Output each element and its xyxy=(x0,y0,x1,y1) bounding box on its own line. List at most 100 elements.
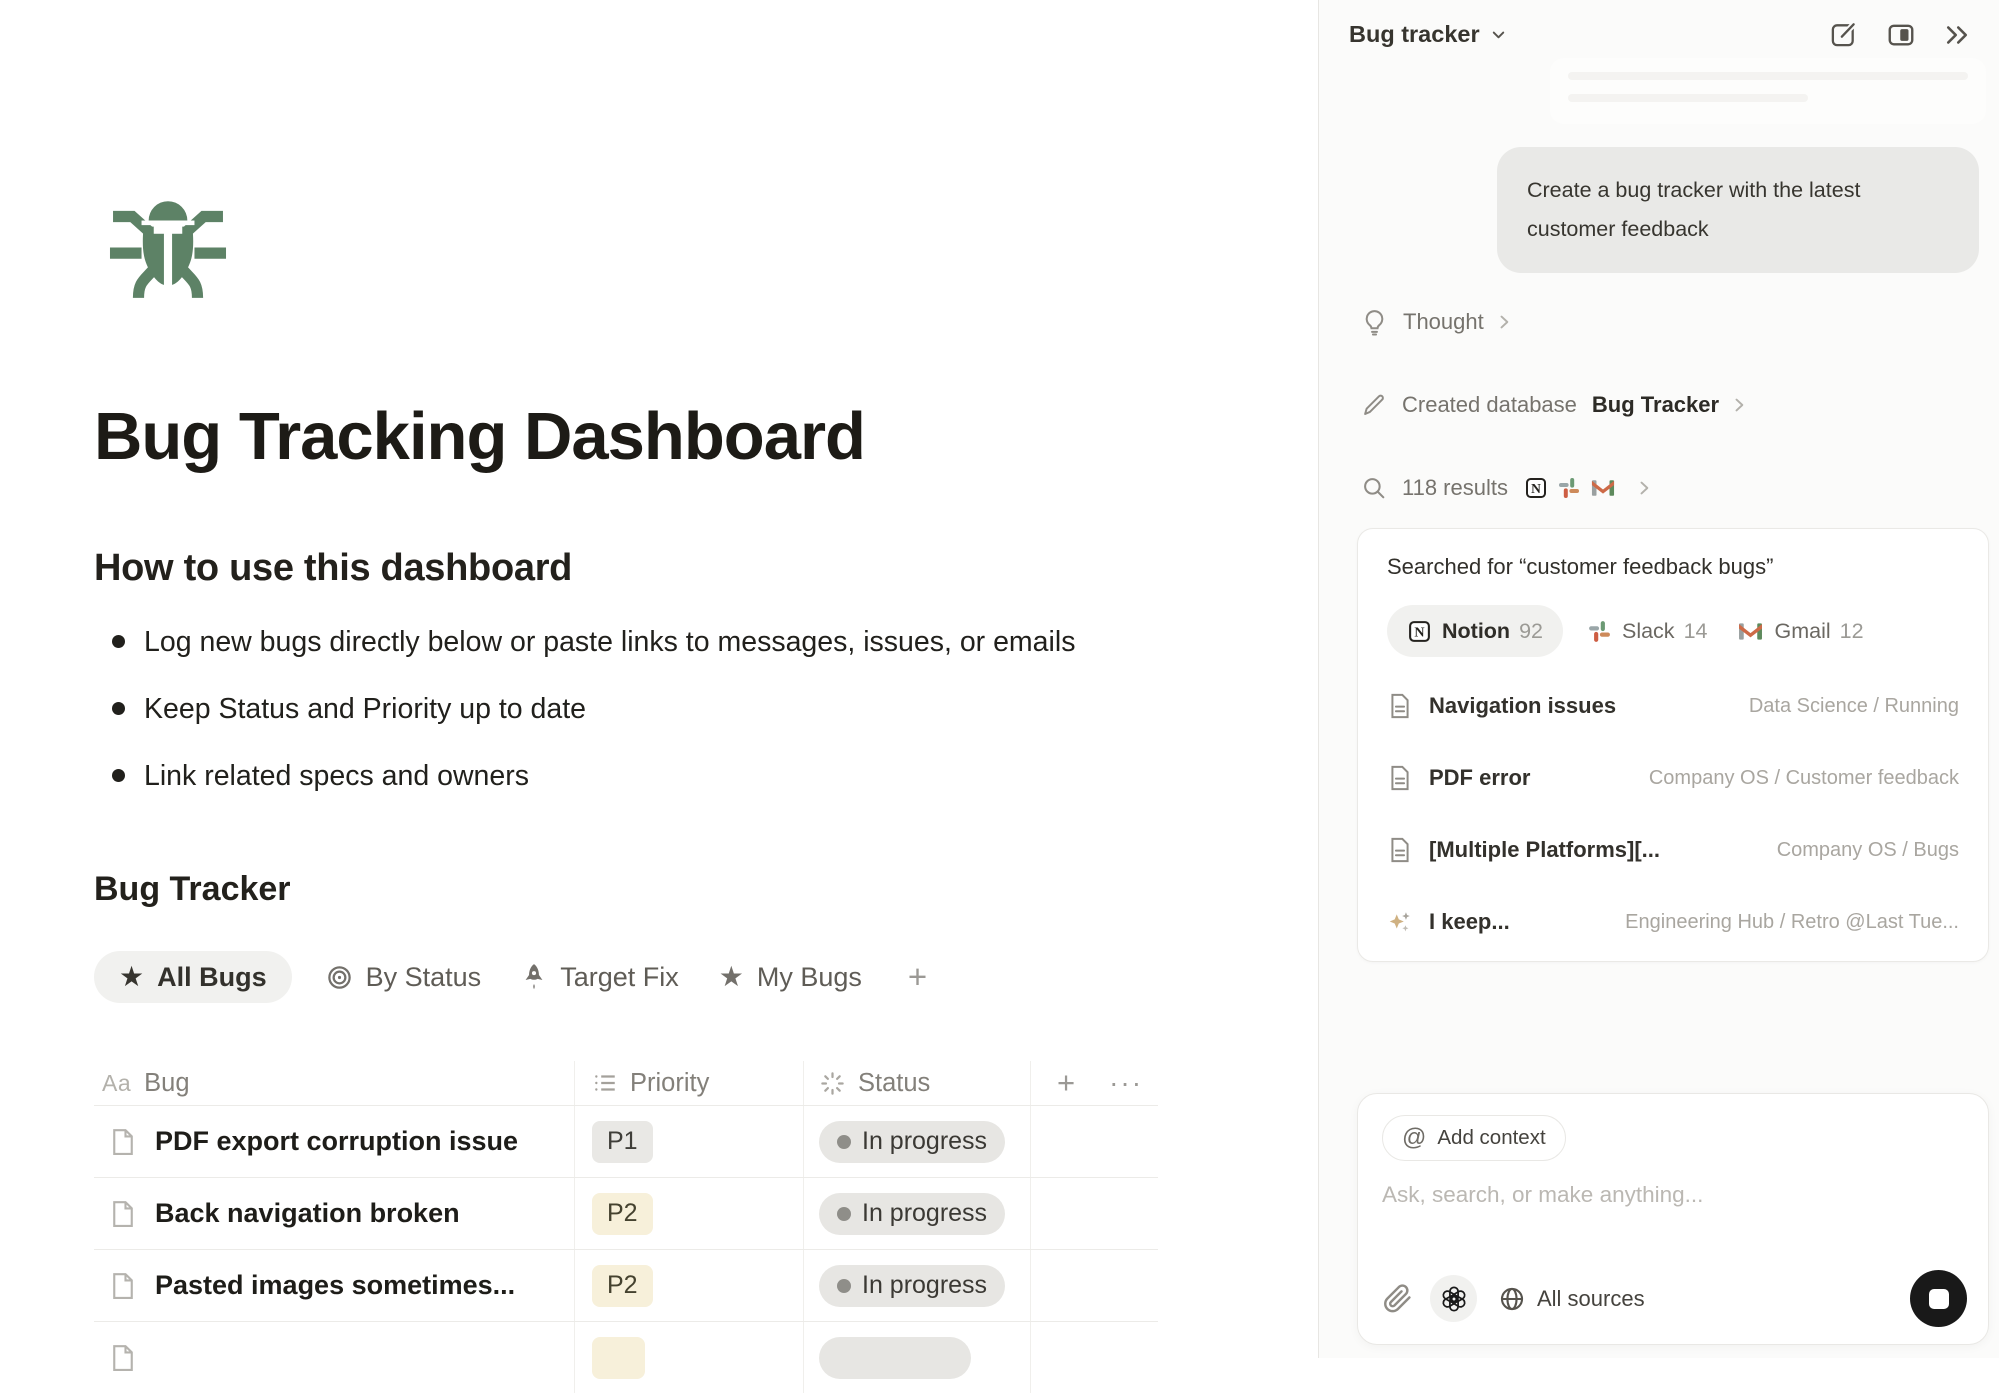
bug-table: Aa Bug Priority xyxy=(94,1061,1158,1393)
step-search-results[interactable]: 118 results N xyxy=(1361,466,1979,510)
rocket-icon xyxy=(521,963,547,991)
document-icon xyxy=(1387,836,1413,864)
page-icon xyxy=(109,1199,137,1229)
stop-square-icon xyxy=(1929,1289,1949,1309)
cell-bug[interactable]: PDF export corruption issue xyxy=(94,1106,575,1177)
column-header-priority[interactable]: Priority xyxy=(575,1061,804,1105)
attachment-icon[interactable] xyxy=(1382,1283,1413,1314)
column-header-status[interactable]: Status xyxy=(804,1061,1031,1105)
svg-text:N: N xyxy=(1414,624,1424,640)
gmail-icon xyxy=(1590,476,1616,500)
view-tab-my-bugs[interactable]: ★ My Bugs xyxy=(719,951,862,1003)
table-options-button[interactable]: ··· xyxy=(1109,1067,1143,1099)
compose-icon[interactable] xyxy=(1821,15,1865,55)
page-icon xyxy=(109,1127,137,1157)
source-tabs: N Notion 92 Slack 14 xyxy=(1387,605,1959,657)
pencil-icon xyxy=(1361,392,1387,418)
openai-icon xyxy=(1440,1285,1468,1313)
gmail-icon xyxy=(1737,619,1764,644)
stop-button[interactable] xyxy=(1910,1270,1967,1327)
globe-icon xyxy=(1498,1285,1526,1313)
slack-icon xyxy=(1557,476,1581,500)
table-row[interactable]: PDF export corruption issue P1 In progre… xyxy=(94,1105,1158,1177)
user-message-bubble: Create a bug tracker with the latest cus… xyxy=(1497,147,1979,273)
search-result-row[interactable]: PDF error Company OS / Customer feedback xyxy=(1387,758,1959,798)
search-result-list: Navigation issues Data Science / Running… xyxy=(1387,686,1959,942)
search-icon xyxy=(1361,475,1387,501)
cell-priority[interactable]: P2 xyxy=(575,1250,804,1321)
sparkles-icon xyxy=(1387,908,1413,936)
cell-extra xyxy=(1031,1106,1158,1177)
view-tab-all-bugs[interactable]: ★ All Bugs xyxy=(94,951,292,1003)
toggle-panel-icon[interactable] xyxy=(1879,15,1923,55)
assistant-panel: Bug tracker Create a bug tracker with th… xyxy=(1318,0,1999,1358)
add-view-button[interactable]: + xyxy=(908,958,927,996)
search-result-row[interactable]: I keep... Engineering Hub / Retro @Last … xyxy=(1387,902,1959,942)
page-title: Bug Tracking Dashboard xyxy=(94,398,1258,475)
chevron-down-icon[interactable] xyxy=(1489,25,1508,44)
view-tab-by-status[interactable]: By Status xyxy=(326,951,482,1003)
howto-bullet: Link related specs and owners xyxy=(94,756,1258,796)
search-card-heading: Searched for “customer feedback bugs” xyxy=(1387,554,1959,580)
cell-status[interactable]: In progress xyxy=(804,1178,1031,1249)
source-tab-slack[interactable]: Slack 14 xyxy=(1587,605,1708,657)
add-column-button[interactable]: + xyxy=(1057,1065,1075,1101)
column-header-bug[interactable]: Aa Bug xyxy=(94,1061,575,1105)
search-result-row[interactable]: Navigation issues Data Science / Running xyxy=(1387,686,1959,726)
priority-chip: P1 xyxy=(592,1121,653,1163)
howto-heading: How to use this dashboard xyxy=(94,547,1258,590)
bullet-dot xyxy=(112,635,125,648)
cell-bug[interactable]: Pasted images sometimes... xyxy=(94,1250,575,1321)
bullet-dot xyxy=(112,769,125,782)
status-chip: In progress xyxy=(819,1193,1005,1235)
step-created-database[interactable]: Created database Bug Tracker xyxy=(1361,383,1979,427)
add-context-button[interactable]: @ Add context xyxy=(1382,1115,1566,1161)
priority-chip: P2 xyxy=(592,1193,653,1235)
bug-page-icon[interactable] xyxy=(102,190,234,304)
howto-bullet: Keep Status and Priority up to date xyxy=(94,689,1258,729)
composer-toolbar: All sources xyxy=(1382,1270,1967,1327)
status-dot xyxy=(837,1279,851,1293)
howto-list: Log new bugs directly below or paste lin… xyxy=(94,622,1258,796)
text-property-icon: Aa xyxy=(102,1070,131,1097)
cell-priority[interactable]: P2 xyxy=(575,1178,804,1249)
model-picker-button[interactable] xyxy=(1430,1275,1477,1322)
panel-header: Bug tracker xyxy=(1319,0,1999,56)
table-row[interactable]: Pasted images sometimes... P2 In progres… xyxy=(94,1249,1158,1321)
priority-chip: P2 xyxy=(592,1265,653,1307)
chevron-right-icon xyxy=(1729,395,1749,415)
notion-icon: N xyxy=(1407,619,1432,644)
composer-input[interactable]: Ask, search, or make anything... xyxy=(1382,1182,1964,1208)
cell-status[interactable]: In progress xyxy=(804,1106,1031,1177)
notion-icon: N xyxy=(1524,476,1548,500)
star-icon: ★ xyxy=(719,963,744,991)
panel-title[interactable]: Bug tracker xyxy=(1349,21,1480,48)
document-icon xyxy=(1387,764,1413,792)
chevron-right-icon xyxy=(1494,312,1514,332)
howto-bullet: Log new bugs directly below or paste lin… xyxy=(94,622,1258,662)
bulleted-list-icon xyxy=(592,1070,618,1096)
table-row[interactable]: Back navigation broken P2 In progress xyxy=(94,1177,1158,1249)
all-sources-button[interactable]: All sources xyxy=(1498,1285,1645,1313)
search-result-row[interactable]: [Multiple Platforms][... Company OS / Bu… xyxy=(1387,830,1959,870)
search-results-card: Searched for “customer feedback bugs” N … xyxy=(1357,528,1989,962)
status-spinner-icon xyxy=(819,1070,846,1097)
bullet-dot xyxy=(112,702,125,715)
cell-priority[interactable]: P1 xyxy=(575,1106,804,1177)
table-header: Aa Bug Priority xyxy=(94,1061,1158,1105)
document-icon xyxy=(1387,692,1413,720)
cell-status[interactable]: In progress xyxy=(804,1250,1031,1321)
collapse-panel-icon[interactable] xyxy=(1935,15,1979,55)
at-icon: @ xyxy=(1402,1124,1426,1152)
view-tab-target-fix[interactable]: Target Fix xyxy=(521,951,679,1003)
page-icon xyxy=(109,1271,137,1301)
chevron-right-icon xyxy=(1634,478,1654,498)
assistant-steps: Thought Created database Bug Tracker xyxy=(1361,300,1979,549)
source-tab-gmail[interactable]: Gmail 12 xyxy=(1737,605,1863,657)
step-thought[interactable]: Thought xyxy=(1361,300,1979,344)
table-row-partial[interactable] xyxy=(94,1321,1158,1393)
status-chip: In progress xyxy=(819,1265,1005,1307)
cell-bug[interactable]: Back navigation broken xyxy=(94,1178,575,1249)
status-dot xyxy=(837,1207,851,1221)
source-tab-notion[interactable]: N Notion 92 xyxy=(1387,605,1563,657)
